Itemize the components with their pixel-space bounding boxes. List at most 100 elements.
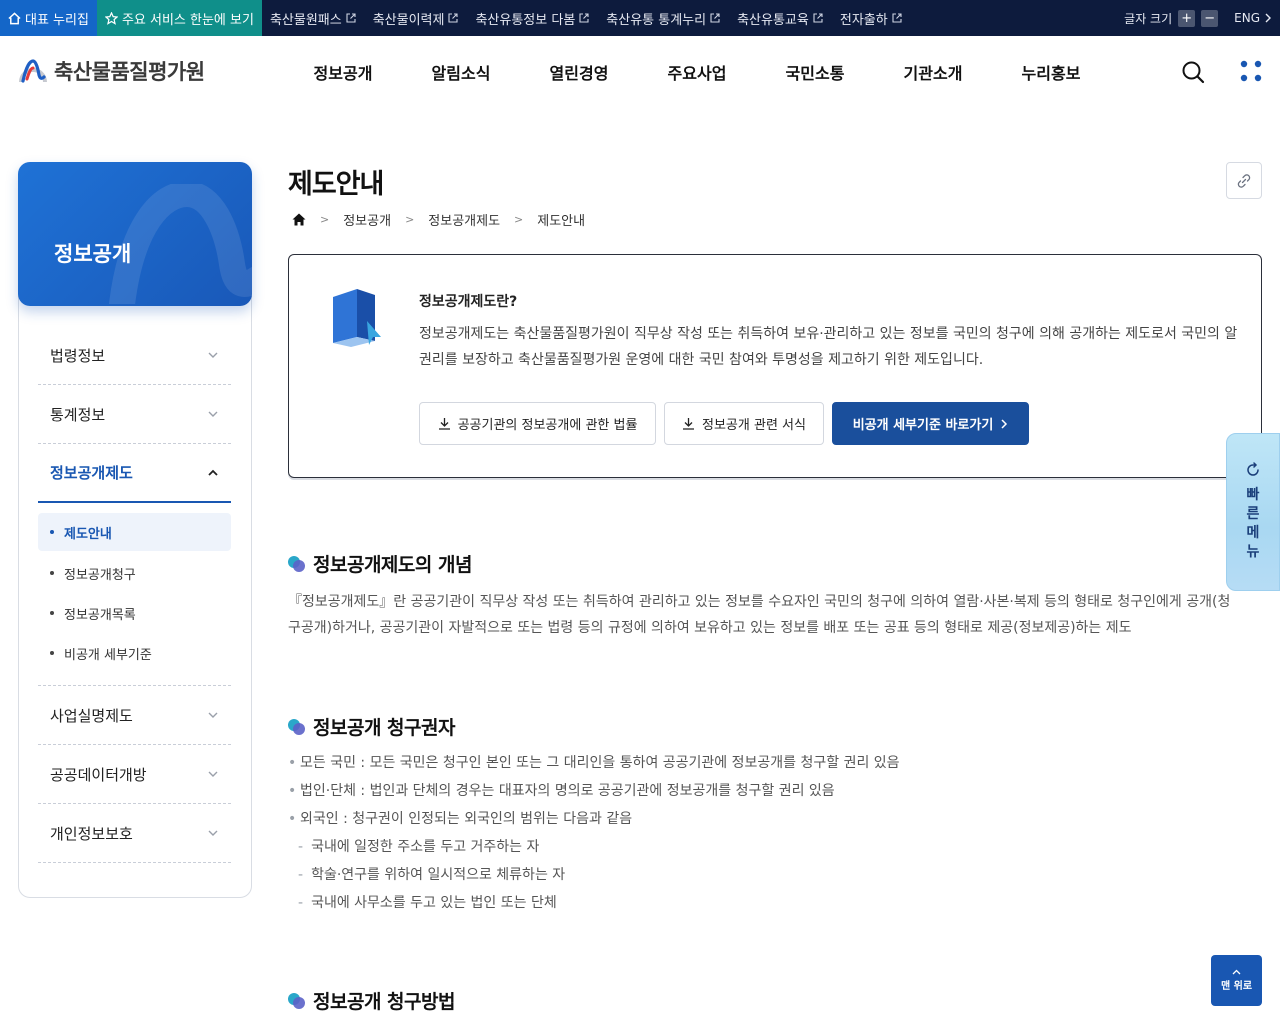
breadcrumb-separator-icon: > (514, 213, 524, 226)
sitemap-button[interactable] (1240, 60, 1262, 86)
download-law-button[interactable]: 공공기관의 정보공개에 관한 법률 (419, 402, 656, 445)
logo-text: 축산물품질평가원 (54, 60, 205, 84)
link-e-shipping[interactable]: 전자출하 (840, 9, 902, 28)
chevron-down-icon (208, 411, 218, 417)
section-marker-icon (288, 992, 305, 1009)
grid-dots-icon (1240, 60, 1262, 82)
breadcrumb-separator-icon: > (320, 213, 330, 226)
sidebar-item-label: 사업실명제도 (50, 706, 133, 725)
english-site-link[interactable]: ENG (1234, 11, 1272, 25)
bullet (50, 651, 54, 655)
intro-buttons: 공공기관의 정보공개에 관한 법률 정보공개 관련 서식 비공개 세부기준 바로… (419, 402, 1029, 445)
services-overview-link[interactable]: 주요 서비스 한눈에 보기 (96, 0, 262, 36)
link-icon (1237, 173, 1251, 188)
link-traceability[interactable]: 축산물이력제 (373, 9, 459, 28)
section-title-method: 정보공개 청구방법 (288, 987, 455, 1014)
list-item-text: 법인·단체 : 법인과 단체의 경우는 대표자의 명의로 공공기관에 정보공개를… (300, 783, 835, 799)
submenu-item-nondisclosure[interactable]: 비공개 세부기준 (38, 633, 231, 673)
main-navigation: 정보공개 알림소식 열린경영 주요사업 국민소통 기관소개 누리홍보 (284, 60, 1110, 84)
sidebar-item-project-name[interactable]: 사업실명제도 (38, 686, 231, 745)
chevron-up-icon (1232, 969, 1241, 975)
sidebar-item-law[interactable]: 법령정보 (38, 326, 231, 385)
home-icon[interactable] (292, 213, 306, 226)
section-title-text: 정보공개 청구방법 (313, 991, 455, 1013)
link-label: 축산물이력제 (372, 12, 445, 28)
star-icon (104, 11, 118, 25)
english-label: ENG (1234, 11, 1260, 25)
font-size-label: 글자 크기 (1124, 11, 1173, 26)
submenu-label: 제도안내 (64, 526, 112, 542)
chevron-down-icon (208, 352, 218, 358)
main-site-link[interactable]: 대표 누리집 (0, 0, 97, 36)
sub-list-item: - 국내에 사무소를 두고 있는 법인 또는 단체 (288, 889, 1238, 917)
list-item-text: 학술·연구를 위하여 일시적으로 체류하는 자 (311, 867, 566, 883)
sidebar-item-label: 정보공개제도 (50, 464, 133, 482)
button-label: 공공기관의 정보공개에 관한 법률 (457, 418, 638, 433)
intro-box: 정보공개제도란? 정보공개제도는 축산물품질평가원이 직무상 작성 또는 취득하… (288, 254, 1262, 478)
breadcrumb-item[interactable]: 정보공개제도 (428, 210, 500, 229)
nav-about[interactable]: 기관소개 (874, 60, 992, 84)
external-link-icon (346, 13, 356, 23)
bullet (50, 530, 54, 534)
sidebar-submenu: 제도안내 정보공개청구 정보공개목록 비공개 세부기준 (38, 503, 231, 686)
list-item-text: 국내에 사무소를 두고 있는 법인 또는 단체 (311, 895, 557, 911)
font-increase-button[interactable]: + (1178, 9, 1196, 27)
link-onepass[interactable]: 축산물원패스 (270, 9, 356, 28)
refresh-arrow-icon (1247, 462, 1259, 476)
nav-pr[interactable]: 누리홍보 (992, 60, 1110, 84)
section-marker-icon (288, 555, 305, 572)
submenu-item-guide[interactable]: 제도안내 (38, 513, 231, 551)
link-dabom[interactable]: 축산유통정보 다봄 (475, 9, 589, 28)
sub-list-item: - 학술·연구를 위하여 일시적으로 체류하는 자 (288, 861, 1238, 889)
submenu-label: 비공개 세부기준 (64, 647, 152, 663)
link-label: 축산유통정보 다봄 (475, 12, 576, 28)
quick-menu-label: 빠른메뉴 (1246, 487, 1260, 560)
breadcrumb-item[interactable]: 정보공개 (343, 210, 391, 229)
section-title-claimants: 정보공개 청구권자 (288, 713, 455, 740)
sidebar-item-disclosure-system[interactable]: 정보공개제도 (38, 444, 231, 503)
external-link-icon (448, 13, 459, 23)
chevron-down-icon (208, 771, 218, 777)
bullet (50, 571, 54, 575)
chevron-up-icon (208, 469, 218, 476)
download-icon (438, 418, 450, 430)
font-decrease-button[interactable]: − (1201, 9, 1219, 27)
section-body-concept: 『정보공개제도』란 공공기관이 직무상 작성 또는 취득하여 관리하고 있는 정… (288, 594, 1231, 636)
nondisclosure-criteria-button[interactable]: 비공개 세부기준 바로가기 (832, 402, 1029, 445)
bullet (50, 611, 54, 615)
search-button[interactable] (1181, 60, 1205, 88)
back-to-top-button[interactable]: 맨 위로 (1211, 955, 1262, 1006)
nav-info-disclosure[interactable]: 정보공개 (284, 60, 402, 84)
list-item-text: 모든 국민 : 모든 국민은 청구인 본인 또는 그 대리인을 통하여 공공기관… (300, 755, 900, 771)
nav-open-management[interactable]: 열린경영 (520, 60, 638, 84)
logo-emblem-icon (19, 59, 47, 83)
link-statistics[interactable]: 축산유통 통계누리 (606, 9, 720, 28)
nav-communication[interactable]: 국민소통 (756, 60, 874, 84)
site-logo[interactable]: 축산물품질평가원 (18, 56, 205, 86)
share-link-button[interactable] (1226, 162, 1262, 199)
sidebar-item-label: 통계정보 (50, 405, 106, 424)
quick-menu-button[interactable]: 빠른메뉴 (1226, 433, 1280, 591)
download-forms-button[interactable]: 정보공개 관련 서식 (664, 402, 824, 445)
sidebar-item-privacy[interactable]: 개인정보보호 (38, 804, 231, 863)
chevron-right-icon (1265, 13, 1271, 23)
list-item-text: 외국인 : 청구권이 인정되는 외국인의 범위는 다음과 같음 (300, 811, 633, 827)
intro-description: 정보공개제도는 축산물품질평가원이 직무상 작성 또는 취득하여 보유·관리하고… (419, 326, 1238, 368)
link-education[interactable]: 축산유통교육 (737, 9, 823, 28)
sidebar-item-open-data[interactable]: 공공데이터개방 (38, 745, 231, 804)
sidebar-item-statistics[interactable]: 통계정보 (38, 385, 231, 444)
nav-news[interactable]: 알림소식 (402, 60, 520, 84)
list-item: • 모든 국민 : 모든 국민은 청구인 본인 또는 그 대리인을 통하여 공공기… (288, 749, 1238, 777)
search-icon (1182, 61, 1205, 84)
chevron-right-icon (1001, 418, 1008, 429)
home-icon (8, 11, 21, 24)
submenu-item-list[interactable]: 정보공개목록 (38, 593, 231, 633)
external-link-icon (813, 13, 823, 23)
site-header: 축산물품질평가원 정보공개 알림소식 열린경영 주요사업 국민소통 기관소개 누… (0, 36, 1280, 108)
submenu-label: 정보공개청구 (64, 567, 136, 583)
submenu-item-request[interactable]: 정보공개청구 (38, 553, 231, 593)
list-item: • 외국인 : 청구권이 인정되는 외국인의 범위는 다음과 같음 (288, 805, 1238, 833)
sidebar-item-label: 법령정보 (50, 346, 106, 365)
nav-main-business[interactable]: 주요사업 (638, 60, 756, 84)
section-title-text: 정보공개제도의 개념 (313, 554, 472, 576)
